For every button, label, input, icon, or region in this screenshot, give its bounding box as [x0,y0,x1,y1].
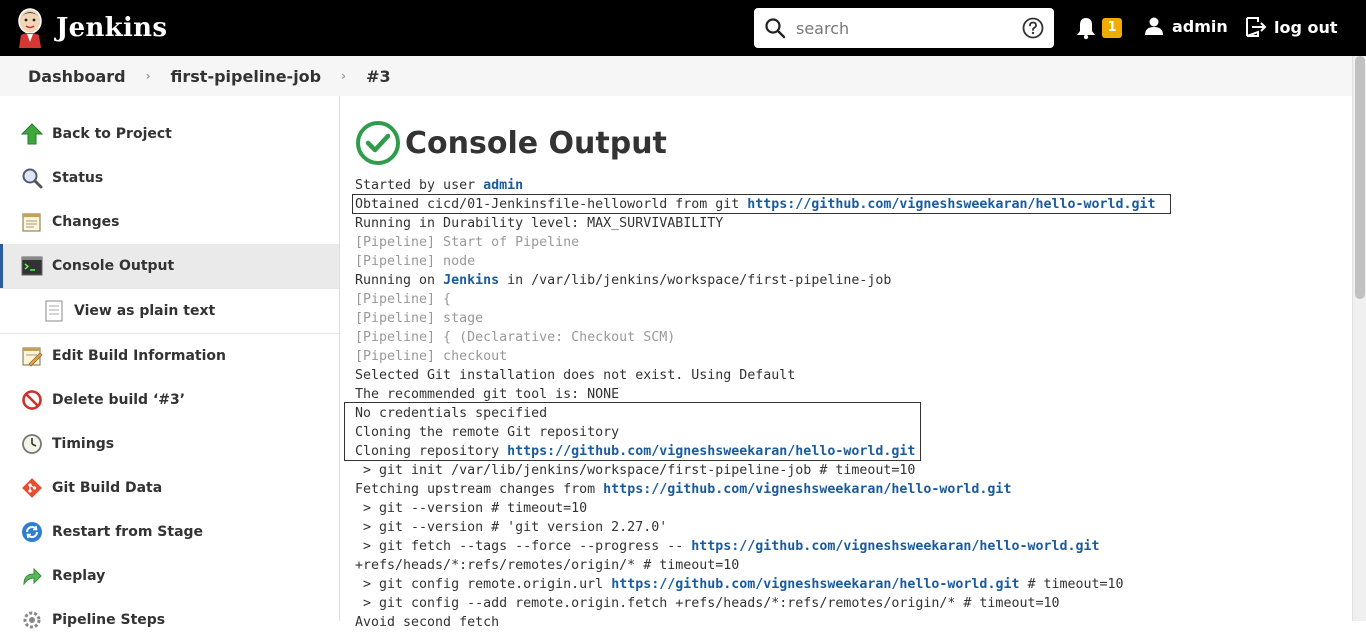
console-line: > git config remote.origin.url https://g… [355,577,1124,592]
breadcrumb-dashboard[interactable]: Dashboard [28,67,126,86]
sidebar-item-label: Pipeline Steps [52,612,166,628]
sidebar-item-restart-from-stage[interactable]: Restart from Stage [0,510,339,554]
no-entry-icon [20,388,44,412]
brand-name: Jenkins [56,13,168,43]
scrollbar-thumb[interactable] [1355,56,1365,299]
sidebar-item-changes[interactable]: Changes [0,200,339,244]
repo-link[interactable]: https://github.com/vigneshsweekaran/hell… [611,577,1019,592]
breadcrumb: Dashboard › first-pipeline-job › #3 [0,56,1352,96]
breadcrumb-build[interactable]: #3 [366,67,391,86]
console-line: Running in Durability level: MAX_SURVIVA… [355,216,724,231]
username: admin [1172,16,1228,36]
sidebar-item-back-to-project[interactable]: Back to Project [0,112,339,156]
magnifier-icon [20,166,44,190]
replay-arrow-icon [20,564,44,588]
search-input[interactable] [796,14,1006,42]
console-line: Running on Jenkins in /var/lib/jenkins/w… [355,273,892,288]
notepad-edit-icon [20,344,44,368]
console-line: > git --version # 'git version 2.27.0' [355,520,668,535]
sidebar-item-label: Timings [52,436,115,452]
user-link[interactable]: admin [483,178,523,193]
sidebar-item-console-output[interactable]: Console Output [0,244,339,288]
chevron-right-icon: › [145,69,151,83]
console-line: Cloning the remote Git repository [355,425,620,440]
terminal-icon [20,254,44,278]
sidebar-item-label: Restart from Stage [52,524,204,540]
sidebar-item-label: Edit Build Information [52,348,226,364]
console-line: The recommended git tool is: NONE [355,387,620,402]
console-line: > git --version # timeout=10 [355,501,588,516]
git-icon [20,476,44,500]
notepad-icon [20,210,44,234]
notification-badge[interactable]: 1 [1102,18,1122,38]
console-line: > git fetch --tags --force --progress --… [355,539,1100,554]
sidebar: Back to Project Status Changes Console O… [0,96,340,629]
search-icon [765,18,786,39]
sidebar-item-label: Back to Project [52,126,172,142]
sidebar-item-label: Status [52,170,104,186]
breadcrumb-job[interactable]: first-pipeline-job [171,67,322,86]
sidebar-item-delete-build[interactable]: Delete build ‘#3’ [0,378,339,422]
gear-icon [20,608,44,632]
jenkins-logo[interactable]: Jenkins [16,8,167,48]
console-line: Started by user admin [355,178,524,193]
console-line: +refs/heads/*:refs/remotes/origin/* # ti… [355,558,740,573]
document-icon [42,299,66,323]
console-line: [Pipeline] checkout [355,349,508,364]
user-menu[interactable]: admin [1144,16,1228,36]
sidebar-item-status[interactable]: Status [0,156,339,200]
logout-label: log out [1274,17,1338,37]
console-line: Cloning repository https://github.com/vi… [355,444,916,459]
user-icon [1145,17,1163,35]
console-line: Obtained cicd/01-Jenkinsfile-helloworld … [355,197,1156,212]
up-arrow-icon [20,122,44,146]
console-line: [Pipeline] Start of Pipeline [355,235,580,250]
sidebar-item-timings[interactable]: Timings [0,422,339,466]
sidebar-item-edit-build-info[interactable]: Edit Build Information [0,334,339,378]
repo-link[interactable]: https://github.com/vigneshsweekaran/hell… [507,444,915,459]
success-check-icon [356,121,400,165]
sidebar-item-replay[interactable]: Replay [0,554,339,598]
top-header: Jenkins 1 admin log out [0,0,1366,56]
chevron-right-icon: › [341,69,347,83]
page-title-text: Console Output [405,125,667,161]
page-title: Console Output [355,118,1345,168]
sidebar-item-view-plain-text[interactable]: View as plain text [0,288,339,334]
sidebar-item-label: Replay [52,568,106,584]
jenkins-butler-icon [18,8,42,48]
console-line: [Pipeline] { (Declarative: Checkout SCM) [355,330,676,345]
sidebar-item-label: View as plain text [74,303,216,319]
console-line: Fetching upstream changes from https://g… [355,482,1012,497]
node-link[interactable]: Jenkins [443,273,499,288]
repo-link[interactable]: https://github.com/vigneshsweekaran/hell… [603,482,1011,497]
logout-button[interactable]: log out [1244,16,1338,38]
sidebar-item-git-build-data[interactable]: Git Build Data [0,466,339,510]
clock-icon [20,432,44,456]
repo-link[interactable]: https://github.com/vigneshsweekaran/hell… [691,539,1099,554]
console-line: Selected Git installation does not exist… [355,368,796,383]
console-line: No credentials specified [355,406,548,421]
sidebar-item-label: Changes [52,214,120,230]
console-line: > git config --add remote.origin.fetch +… [355,596,1060,611]
logout-icon [1246,17,1267,37]
repo-link[interactable]: https://github.com/vigneshsweekaran/hell… [747,197,1155,212]
console-line: [Pipeline] node [355,254,476,269]
sidebar-item-label: Delete build ‘#3’ [52,392,186,408]
console-line: [Pipeline] stage [355,311,484,326]
sidebar-item-label: Console Output [52,258,175,274]
refresh-icon [20,520,44,544]
help-icon[interactable] [1022,17,1044,39]
main-content: Console Output Started by user admin Obt… [344,118,1345,630]
bell-icon[interactable] [1075,16,1097,40]
console-line: > git init /var/lib/jenkins/workspace/fi… [355,463,916,478]
sidebar-item-pipeline-steps[interactable]: Pipeline Steps [0,598,339,642]
console-log: Started by user admin Obtained cicd/01-J… [344,176,1171,632]
console-line: [Pipeline] { [355,292,452,307]
sidebar-item-label: Git Build Data [52,480,163,496]
console-line: Avoid second fetch [355,615,500,630]
page-scrollbar[interactable] [1352,56,1366,621]
search-box [754,8,1054,48]
